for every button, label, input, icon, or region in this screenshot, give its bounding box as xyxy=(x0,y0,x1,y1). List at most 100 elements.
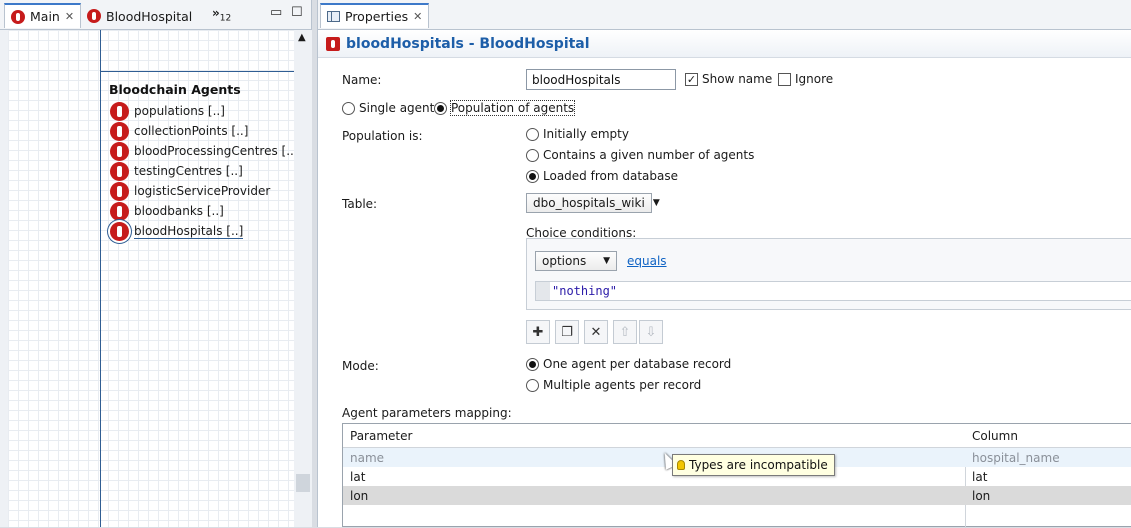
row-parameter: lon xyxy=(350,489,369,503)
agent-bloodbanks[interactable]: bloodbanks [..] xyxy=(110,201,299,221)
radio-on-icon xyxy=(526,169,539,183)
tab-overflow-button[interactable]: »12 xyxy=(212,6,231,23)
table-row[interactable]: lon lon xyxy=(343,486,1131,505)
frame-border xyxy=(100,71,294,72)
editor-tabbar: Main ✕ BloodHospital »12 ▭ ☐ xyxy=(0,0,311,30)
multiple-agents-per-record-label: Multiple agents per record xyxy=(543,378,702,392)
arrow-down-icon: ⇩ xyxy=(645,324,657,340)
code-gutter xyxy=(536,282,550,300)
scroll-thumb[interactable] xyxy=(296,474,310,492)
radio-off-icon xyxy=(342,101,355,115)
loaded-from-database-label: Loaded from database xyxy=(543,169,678,183)
agent-bloodhospitals[interactable]: bloodHospitals [..] xyxy=(110,221,299,241)
radio-off-icon xyxy=(526,127,539,141)
close-icon[interactable]: ✕ xyxy=(65,10,74,23)
agent-label: testingCentres [..] xyxy=(134,164,243,178)
agent-population-icon xyxy=(110,181,129,201)
agent-testingcentres[interactable]: testingCentres [..] xyxy=(110,161,299,181)
tooltip-text: Types are incompatible xyxy=(689,458,828,472)
agent-populations[interactable]: populations [..] xyxy=(110,101,299,121)
given-number-radio[interactable]: Contains a given number of agents xyxy=(526,148,754,162)
choice-column-select[interactable]: options ▼ xyxy=(535,251,617,271)
agent-population-icon xyxy=(110,161,129,181)
single-agent-radio[interactable]: Single agent xyxy=(342,101,434,115)
mapping-label: Agent parameters mapping: xyxy=(342,406,512,420)
table-label: Table: xyxy=(342,197,378,211)
delete-icon: ✕ xyxy=(590,324,602,340)
close-icon[interactable]: ✕ xyxy=(413,10,422,23)
canvas-vertical-scrollbar[interactable]: ▲ xyxy=(294,30,312,527)
scroll-up-icon[interactable]: ▲ xyxy=(298,32,306,43)
header-parameter: Parameter xyxy=(350,429,413,443)
table-select[interactable]: dbo_hospitals_wiki ▼ xyxy=(526,193,660,213)
radio-on-icon xyxy=(526,357,539,371)
given-number-label: Contains a given number of agents xyxy=(543,148,755,162)
row-column[interactable]: hospital_name xyxy=(972,451,1060,465)
maximize-icon[interactable]: ☐ xyxy=(291,5,303,20)
radio-off-icon xyxy=(526,148,539,162)
tab-main[interactable]: Main ✕ xyxy=(4,3,82,28)
properties-pane: Properties ✕ bloodHospitals - BloodHospi… xyxy=(317,0,1131,528)
one-agent-per-record-label: One agent per database record xyxy=(543,357,732,371)
agent-label: collectionPoints [..] xyxy=(134,124,249,138)
diagram-canvas[interactable]: Bloodchain Agents populations [..] colle… xyxy=(8,30,299,527)
population-is-label: Population is: xyxy=(342,129,423,143)
tab-bloodhospital[interactable]: BloodHospital xyxy=(80,3,199,28)
agent-label: bloodHospitals [..] xyxy=(134,223,244,239)
overflow-count: 12 xyxy=(219,13,232,24)
agent-collectionpoints[interactable]: collectionPoints [..] xyxy=(110,121,299,141)
graphical-editor-pane: Main ✕ BloodHospital »12 ▭ ☐ Bloodchain … xyxy=(0,0,312,527)
choice-conditions-panel: options ▼ equals "nothing" xyxy=(526,238,1131,310)
agent-label: bloodbanks [..] xyxy=(134,204,224,218)
show-name-checkbox[interactable]: ✓ Show name xyxy=(685,72,772,86)
agent-population-icon xyxy=(110,121,129,141)
initially-empty-label: Initially empty xyxy=(543,127,629,141)
checkbox-checked-icon: ✓ xyxy=(685,72,698,86)
table-header: Parameter Column xyxy=(343,424,1131,448)
ignore-checkbox[interactable]: Ignore xyxy=(778,72,833,86)
move-up-button[interactable]: ⇧ xyxy=(613,320,637,344)
mode-label: Mode: xyxy=(342,359,379,373)
agent-type-icon xyxy=(87,9,101,23)
lightbulb-icon xyxy=(677,460,685,470)
agent-label: bloodProcessingCentres [..] xyxy=(134,144,299,158)
choice-value-text: "nothing" xyxy=(552,284,618,298)
choice-operator-link[interactable]: equals xyxy=(627,254,667,268)
agent-population-icon xyxy=(326,36,340,51)
minimize-icon[interactable]: ▭ xyxy=(270,5,282,20)
row-column[interactable]: lat xyxy=(972,470,987,484)
agent-type-icon xyxy=(11,9,25,24)
chevron-down-icon: ▼ xyxy=(603,256,610,266)
tab-properties[interactable]: Properties ✕ xyxy=(320,3,430,28)
add-condition-button[interactable]: ✚ xyxy=(526,320,550,344)
agent-list: populations [..] collectionPoints [..] b… xyxy=(110,101,299,241)
population-of-agents-radio[interactable]: Population of agents xyxy=(434,100,576,116)
move-down-button[interactable]: ⇩ xyxy=(639,320,663,344)
agent-bloodprocessingcentres[interactable]: bloodProcessingCentres [..] xyxy=(110,141,299,161)
tab-main-label: Main xyxy=(30,9,60,24)
tab-bloodhospital-label: BloodHospital xyxy=(106,8,193,24)
copy-condition-button[interactable]: ❐ xyxy=(555,320,579,344)
delete-condition-button[interactable]: ✕ xyxy=(584,320,608,344)
section-title: Bloodchain Agents xyxy=(109,82,241,97)
table-select-value: dbo_hospitals_wiki xyxy=(533,196,645,210)
initially-empty-radio[interactable]: Initially empty xyxy=(526,127,629,141)
loaded-from-database-radio[interactable]: Loaded from database xyxy=(526,169,678,183)
multiple-agents-per-record-radio[interactable]: Multiple agents per record xyxy=(526,378,701,392)
one-agent-per-record-radio[interactable]: One agent per database record xyxy=(526,357,731,371)
choice-value-field[interactable]: "nothing" xyxy=(535,281,1131,301)
radio-on-icon xyxy=(434,101,447,115)
name-field[interactable] xyxy=(526,69,676,90)
agent-label: logisticServiceProvider xyxy=(134,184,271,198)
choice-column-value: options xyxy=(542,254,587,268)
row-column[interactable]: lon xyxy=(972,489,990,503)
agent-population-icon xyxy=(110,101,129,121)
properties-header: bloodHospitals - BloodHospital xyxy=(318,30,1131,58)
row-parameter: lat xyxy=(350,470,366,484)
show-name-label: Show name xyxy=(702,72,773,86)
agent-population-icon xyxy=(110,141,129,161)
population-of-agents-label: Population of agents xyxy=(449,100,576,116)
arrow-up-icon: ⇧ xyxy=(619,324,631,340)
properties-tabbar: Properties ✕ xyxy=(318,0,1131,30)
agent-logisticserviceprovider[interactable]: logisticServiceProvider xyxy=(110,181,299,201)
